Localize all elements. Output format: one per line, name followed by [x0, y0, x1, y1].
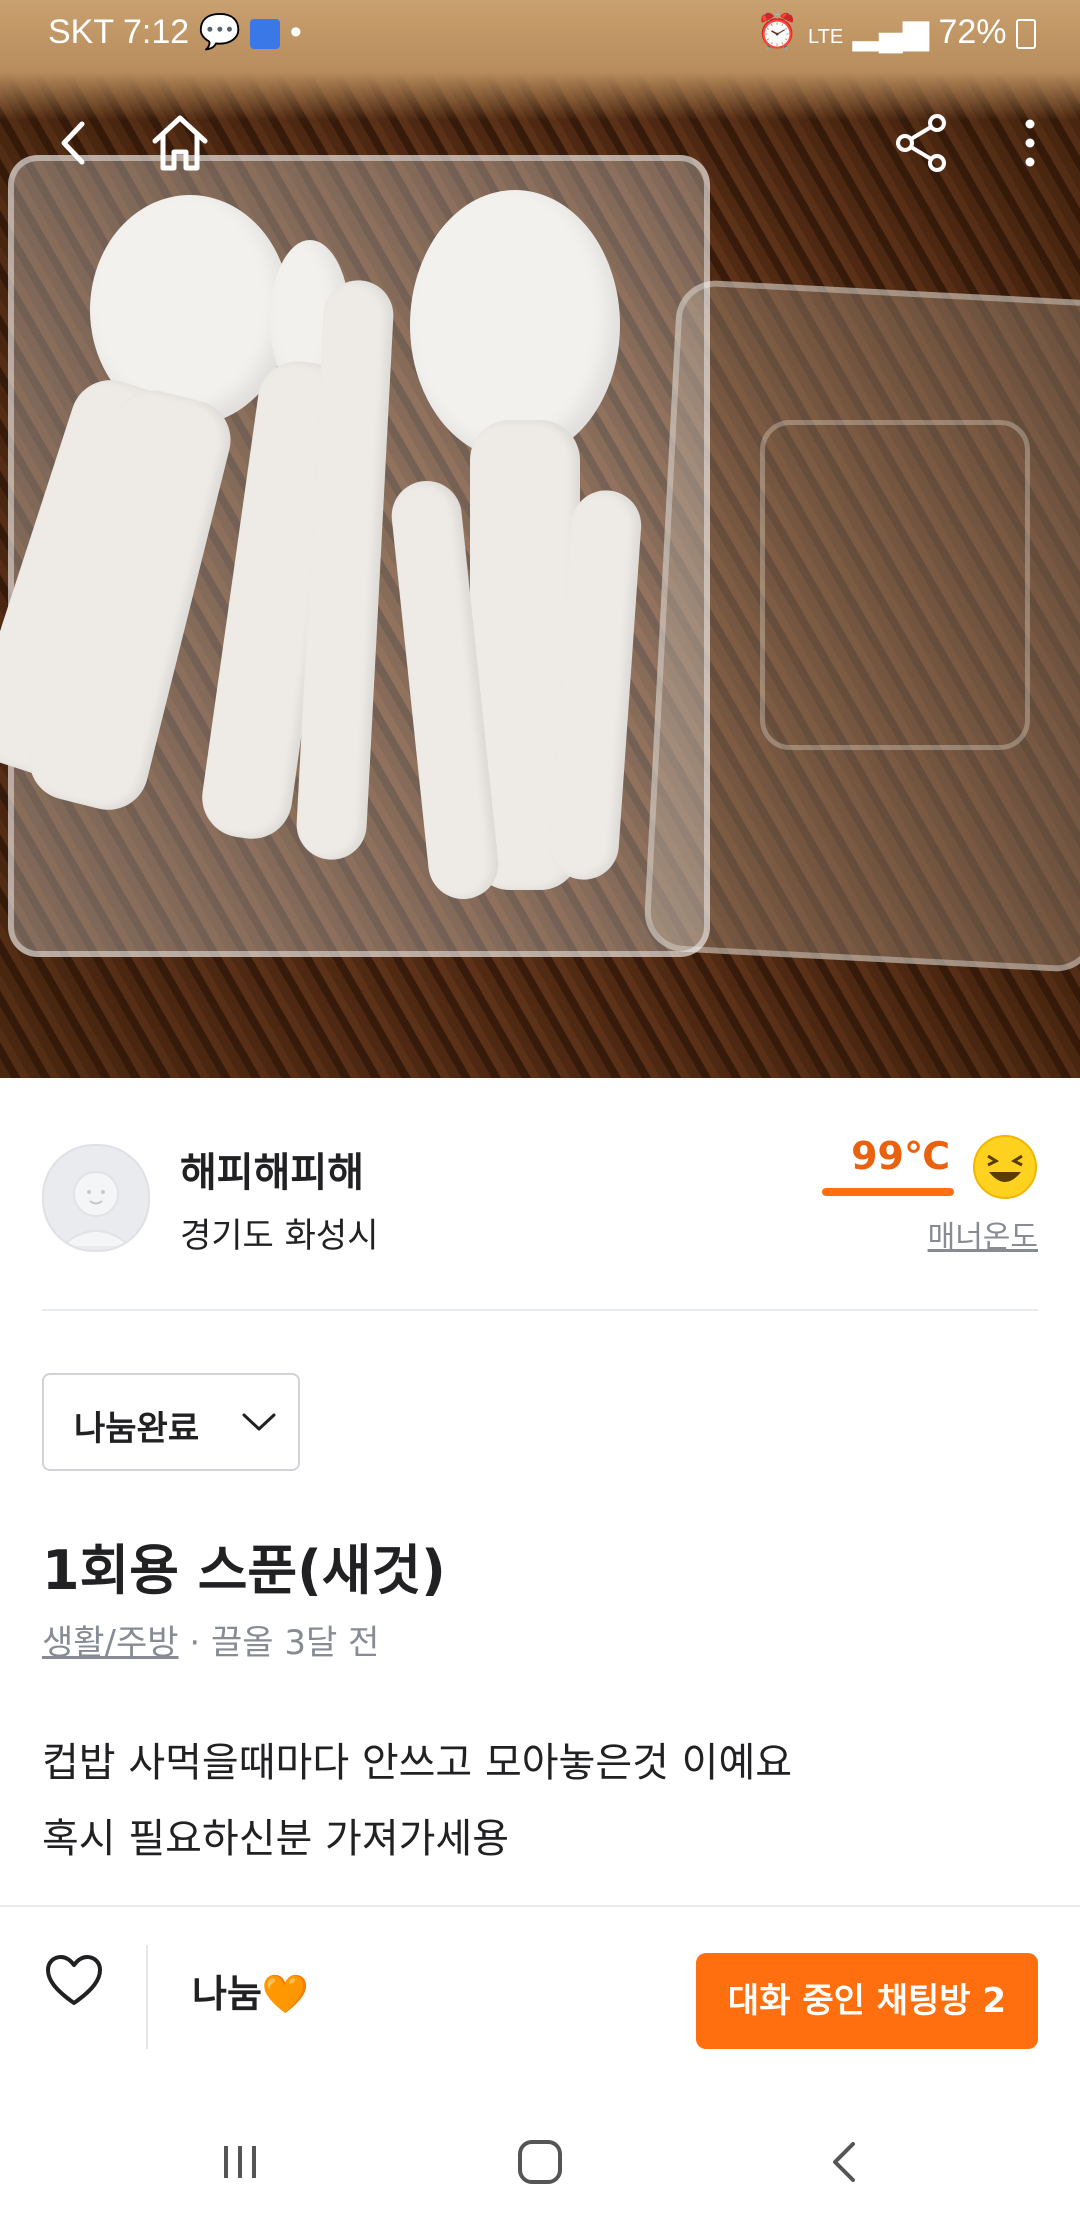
status-bar: SKT 7:12 💬 • ⏰ LTE ▂▄▆ 72% [0, 0, 1080, 66]
chevron-down-icon [242, 1413, 276, 1431]
manner-temperature-bar [822, 1188, 954, 1196]
status-bar-left: SKT 7:12 💬 • [48, 12, 302, 52]
seller-name[interactable]: 해피해피해 [180, 1140, 364, 1198]
status-bar-right: ⏰ LTE ▂▄▆ 72% [756, 12, 1036, 52]
photo-lid-inner [760, 420, 1030, 750]
trade-status-label: 나눔완료 [74, 1409, 200, 1449]
home-icon[interactable] [145, 108, 215, 178]
app-notification-icon [250, 19, 281, 50]
bump-time: 끌올 3달 전 [211, 1623, 380, 1663]
recents-icon[interactable] [210, 2136, 270, 2188]
more-vertical-icon[interactable] [995, 108, 1065, 178]
network-type: LTE [807, 26, 844, 48]
chat-notification-icon: 💬 [198, 13, 241, 51]
seller-location: 경기도 화성시 [180, 1216, 379, 1256]
avatar[interactable] [42, 1144, 150, 1252]
product-title: 1회용 스푼(새것) [42, 1539, 446, 1602]
nav-home-icon[interactable] [510, 2136, 570, 2188]
default-avatar-icon [61, 1171, 131, 1247]
signal-icon: ▂▄▆ [852, 13, 930, 51]
price-label: 나눔🧡 [192, 1963, 309, 2018]
chat-rooms-button[interactable]: 대화 중인 채팅방 2 [696, 1953, 1038, 2049]
share-icon[interactable] [887, 108, 957, 178]
description-line: 혹시 필요하신분 가져가세용 [42, 1816, 510, 1862]
nav-back-icon[interactable] [815, 2136, 875, 2188]
carrier-label: SKT [48, 13, 114, 51]
battery-icon [1016, 19, 1036, 50]
manner-temperature-label[interactable]: 매너온도 [928, 1212, 1038, 1256]
trade-status-dropdown[interactable]: 나눔완료 [42, 1373, 300, 1471]
bottom-bar-divider [146, 1945, 148, 2049]
section-divider [42, 1309, 1038, 1311]
price-text: 나눔 [192, 1972, 262, 2016]
clock: 7:12 [122, 13, 190, 51]
orange-heart-icon: 🧡 [261, 1972, 310, 2016]
system-navigation-bar [0, 2100, 1080, 2220]
heart-icon[interactable] [44, 1953, 104, 2009]
laughing-face-icon [973, 1135, 1037, 1199]
manner-temperature-value: 99℃ [851, 1134, 950, 1178]
category-link[interactable]: 생활/주방 [42, 1623, 179, 1663]
alarm-icon: ⏰ [756, 13, 799, 51]
meta-separator: · [178, 1623, 212, 1663]
seller-section[interactable]: 해피해피해 경기도 화성시 99℃ 매너온도 [0, 1078, 1080, 1310]
more-notifications-icon: • [289, 13, 302, 51]
bottom-action-bar: 나눔🧡 대화 중인 채팅방 2 [0, 1905, 1080, 2055]
product-meta: 생활/주방 · 끌올 3달 전 [42, 1615, 379, 1664]
back-arrow-icon[interactable] [40, 108, 110, 178]
description-line: 컵밥 사먹을때마다 안쓰고 모아놓은것 이예요 [42, 1740, 793, 1786]
battery-level: 72% [938, 13, 1007, 51]
